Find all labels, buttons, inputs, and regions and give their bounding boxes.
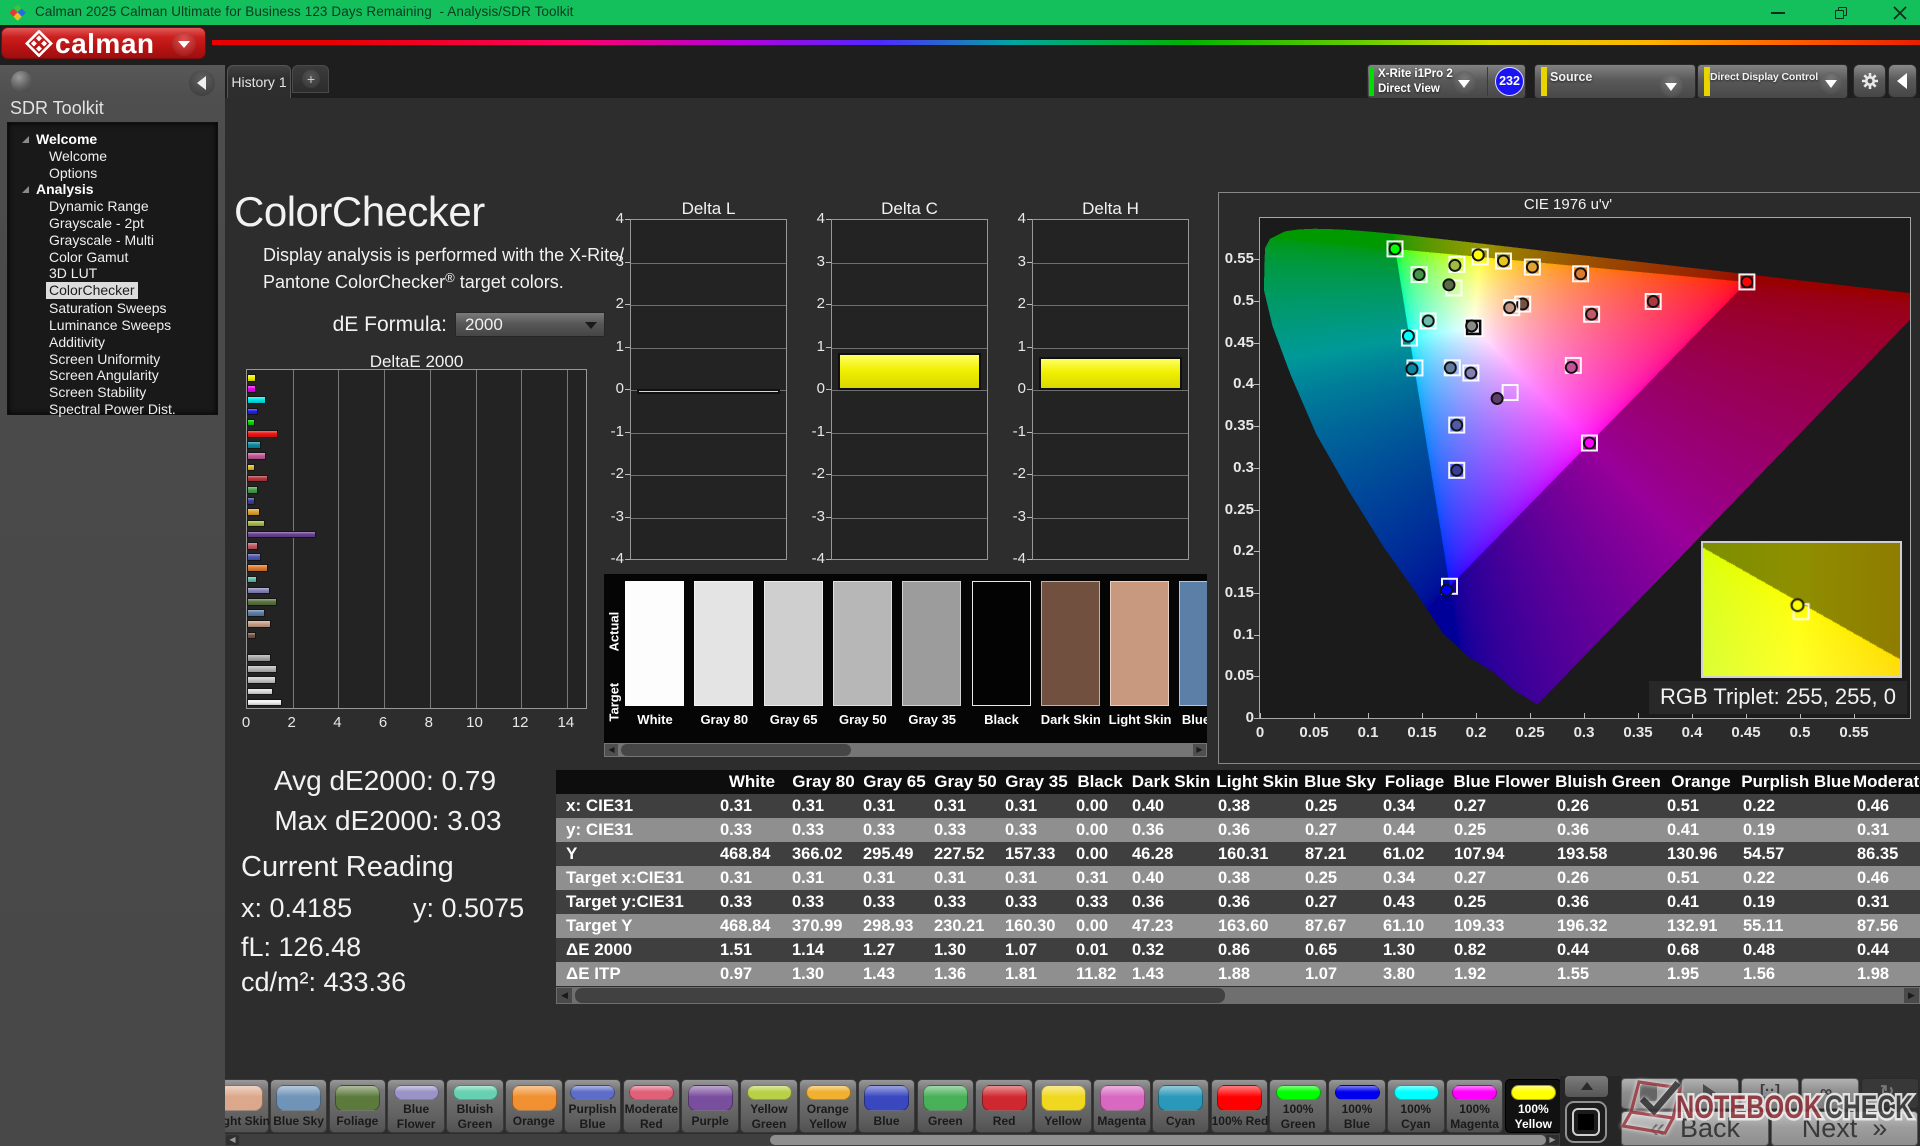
svg-text:CHECK: CHECK — [1825, 1089, 1913, 1125]
svg-text:NOTEBOOK: NOTEBOOK — [1676, 1089, 1822, 1125]
